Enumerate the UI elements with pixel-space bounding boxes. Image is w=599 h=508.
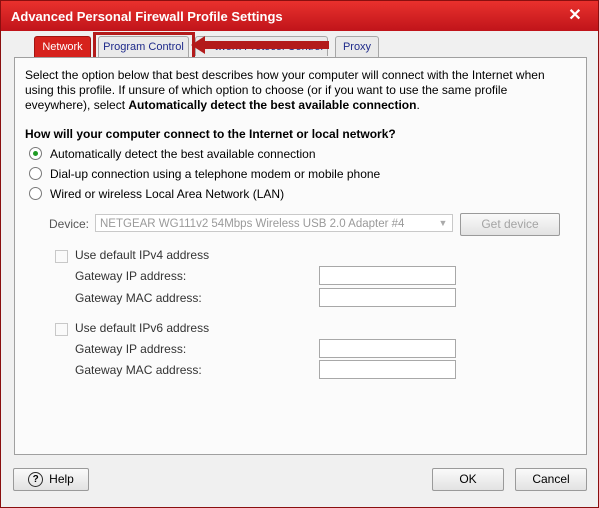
radio-icon[interactable] xyxy=(29,167,42,181)
close-icon[interactable]: ✕ xyxy=(565,6,585,26)
option-auto-detect[interactable]: Automatically detect the best available … xyxy=(29,146,316,162)
window-title: Advanced Personal Firewall Profile Setti… xyxy=(11,9,283,24)
get-device-button[interactable]: Get device xyxy=(460,213,560,236)
help-button[interactable]: ? Help xyxy=(13,468,89,491)
ipv4-default-label: Use default IPv4 address xyxy=(75,248,210,262)
ipv6-default-checkbox[interactable] xyxy=(55,323,68,336)
intro-line-2: using this profile. If unsure of which o… xyxy=(25,83,508,97)
ok-button[interactable]: OK xyxy=(432,468,504,491)
firewall-profile-dialog: Advanced Personal Firewall Profile Setti… xyxy=(0,0,599,508)
device-label: Device: xyxy=(49,217,90,231)
device-select-value: NETGEAR WG111v2 54Mbps Wireless USB 2.0 … xyxy=(100,218,405,230)
option-auto-detect-label: Automatically detect the best available … xyxy=(50,147,316,161)
help-label: Help xyxy=(49,472,74,486)
option-dialup[interactable]: Dial-up connection using a telephone mod… xyxy=(29,166,380,182)
intro-line-3-bold: Automatically detect the best available … xyxy=(128,98,417,112)
intro-line-1: Select the option below that best descri… xyxy=(25,68,545,82)
ipv4-gateway-mac-label: Gateway MAC address: xyxy=(75,291,202,305)
ipv4-gateway-ip-input[interactable] xyxy=(319,266,456,285)
title-bar: Advanced Personal Firewall Profile Setti… xyxy=(1,1,598,31)
help-icon: ? xyxy=(28,472,44,488)
ipv6-gateway-mac-input[interactable] xyxy=(319,360,456,379)
tab-proxy[interactable]: Proxy xyxy=(335,36,379,57)
ipv6-gateway-ip-input[interactable] xyxy=(319,339,456,358)
option-dialup-label: Dial-up connection using a telephone mod… xyxy=(50,167,381,181)
ipv4-default-checkbox[interactable] xyxy=(55,250,68,263)
cancel-button[interactable]: Cancel xyxy=(515,468,587,491)
tab-network[interactable]: Network xyxy=(34,36,91,57)
intro-line-3-end: . xyxy=(416,98,420,112)
radio-selected-icon[interactable] xyxy=(29,147,42,161)
connection-question: How will your computer connect to the In… xyxy=(25,127,396,141)
intro-line-3-text: eveywhere), select xyxy=(25,98,129,112)
ipv6-gateway-mac-label: Gateway MAC address: xyxy=(75,363,202,377)
pointer-arrow-icon xyxy=(191,36,329,54)
option-lan-label: Wired or wireless Local Area Network (LA… xyxy=(50,187,285,201)
intro-line-3: eveywhere), select Automatically detect … xyxy=(25,98,571,113)
radio-icon[interactable] xyxy=(29,187,42,201)
ipv6-default-label: Use default IPv6 address xyxy=(75,321,210,335)
ipv6-gateway-ip-label: Gateway IP address: xyxy=(75,342,187,356)
ipv4-gateway-ip-label: Gateway IP address: xyxy=(75,269,187,283)
device-select[interactable]: NETGEAR WG111v2 54Mbps Wireless USB 2.0 … xyxy=(95,214,453,232)
chevron-down-icon[interactable]: ▼ xyxy=(436,217,450,229)
ipv4-gateway-mac-input[interactable] xyxy=(319,288,456,307)
option-lan[interactable]: Wired or wireless Local Area Network (LA… xyxy=(29,186,284,202)
intro-text: Select the option below that best descri… xyxy=(25,68,571,113)
